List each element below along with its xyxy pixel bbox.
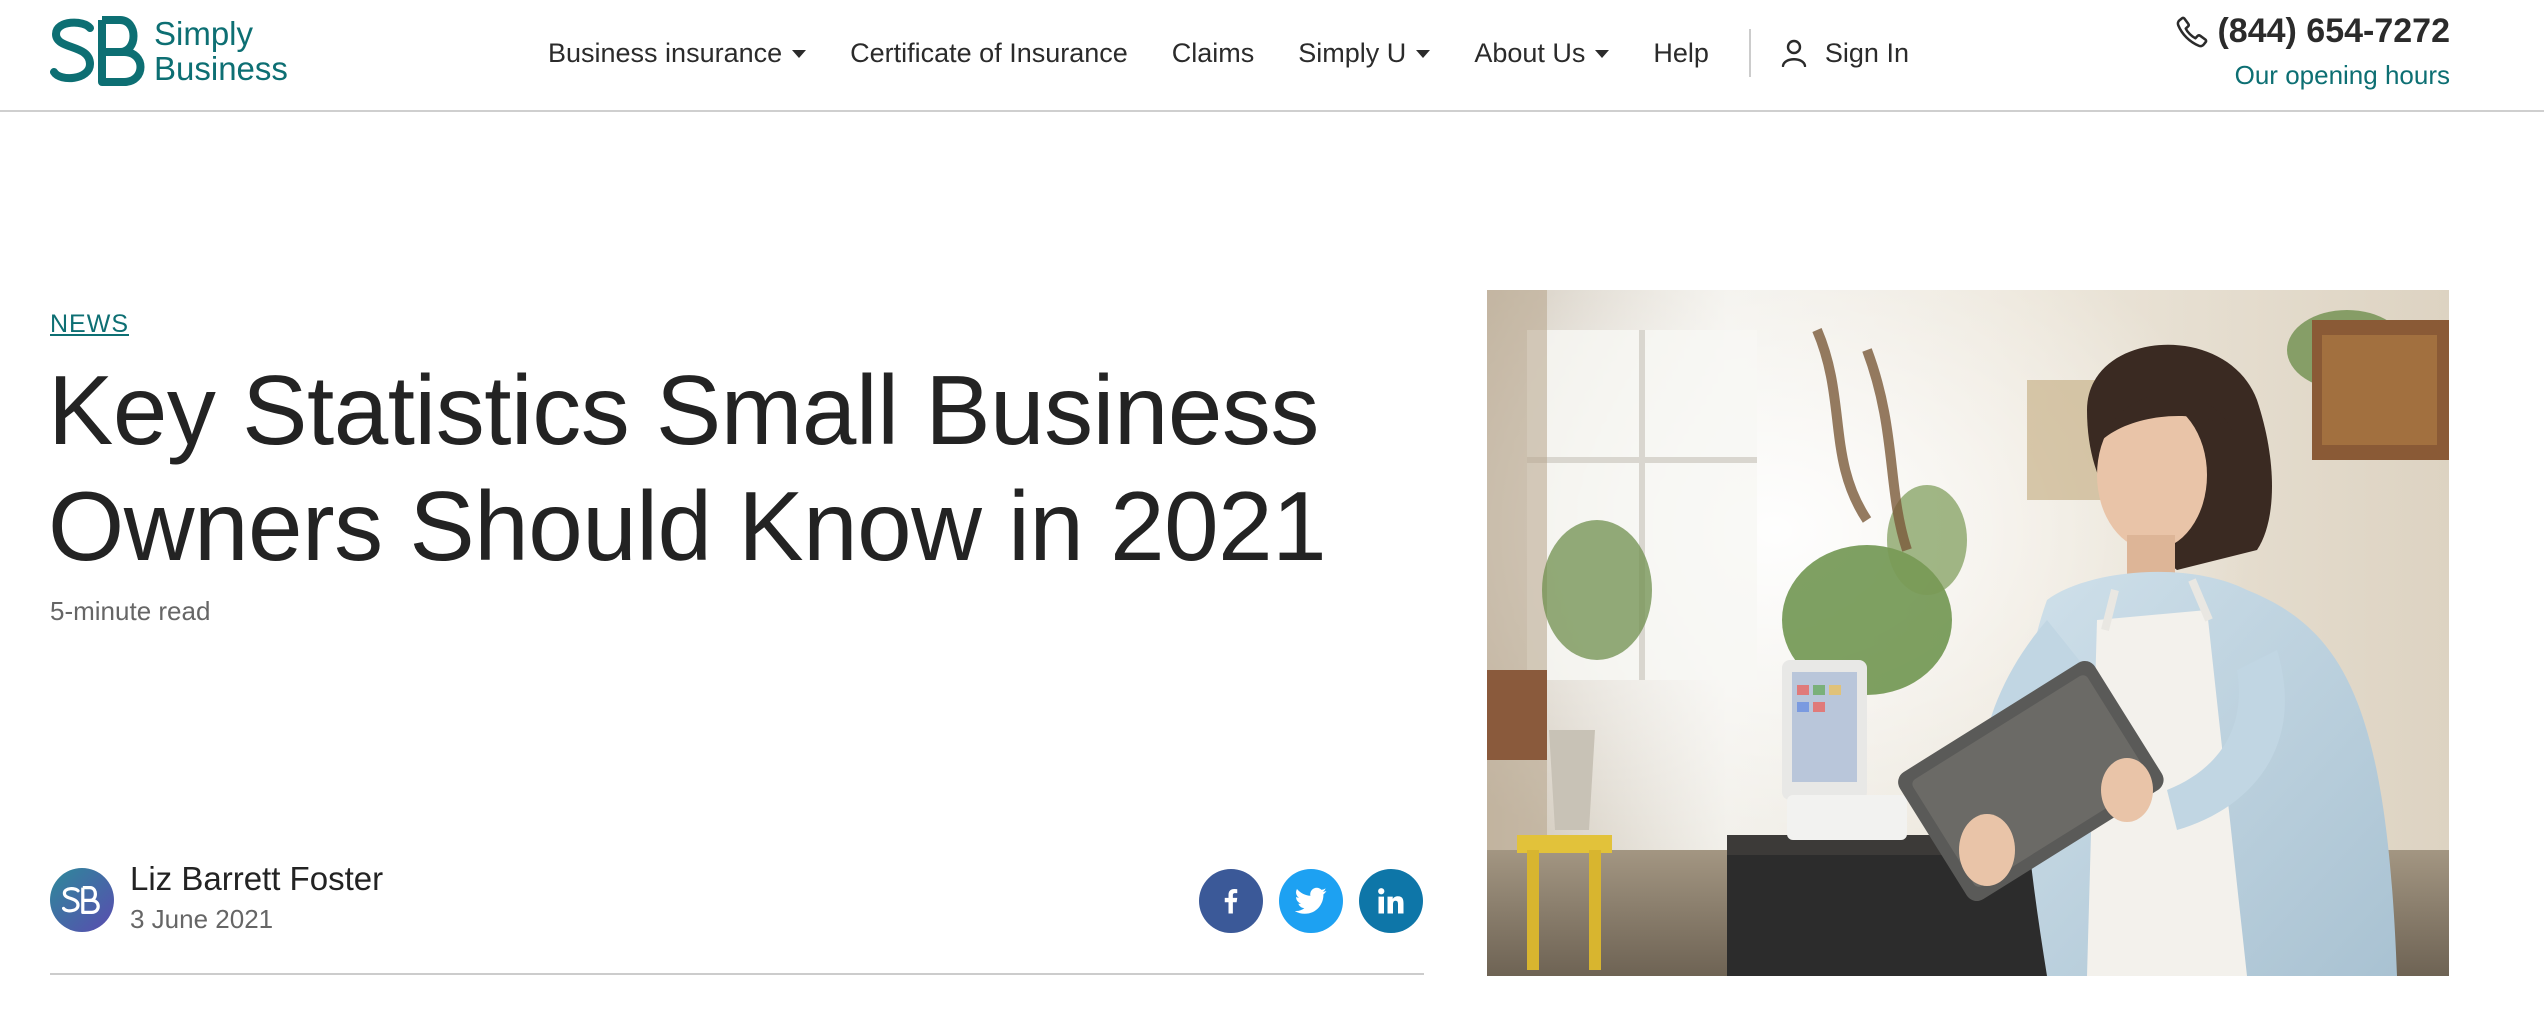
logo-wordmark: Simply Business (154, 16, 288, 86)
caret-down-icon (1595, 50, 1610, 58)
phone-number[interactable]: (844) 654-7272 (2175, 12, 2450, 51)
article-title: Key Statistics Small Business Owners Sho… (48, 355, 1327, 581)
hero-divider (50, 973, 1424, 975)
simply-business-logo-icon (62, 886, 100, 915)
nav-claims[interactable]: Claims (1172, 38, 1255, 69)
nav-label: Business insurance (548, 37, 783, 68)
opening-hours-link[interactable]: Our opening hours (2235, 60, 2450, 91)
author-avatar (50, 868, 114, 932)
publish-date: 3 June 2021 (130, 904, 274, 934)
share-buttons (1199, 869, 1423, 933)
caret-down-icon (1416, 50, 1431, 58)
caret-down-icon (792, 50, 807, 58)
nav-label: About Us (1474, 37, 1586, 68)
share-facebook-button[interactable] (1199, 869, 1263, 933)
site-header: Simply Business Business insurance Certi… (0, 0, 2544, 112)
nav-certificate-of-insurance[interactable]: Certificate of Insurance (850, 38, 1128, 69)
nav-help[interactable]: Help (1653, 38, 1709, 69)
author-name[interactable]: Liz Barrett Foster (130, 860, 383, 898)
share-twitter-button[interactable] (1279, 869, 1343, 933)
nav-divider (1748, 29, 1751, 77)
logo-line-2: Business (154, 50, 288, 87)
sign-in-link[interactable]: Sign In (1781, 38, 1909, 69)
nav-label: Help (1653, 37, 1709, 68)
share-linkedin-button[interactable] (1359, 869, 1423, 933)
woman-with-tablet-photo (1487, 290, 2449, 976)
logo-link[interactable]: Simply Business (50, 14, 288, 88)
nav-about-us[interactable]: About Us (1474, 37, 1610, 69)
main-nav: Business insurance Certificate of Insura… (548, 26, 1909, 80)
phone-label: (844) 654-7272 (2217, 12, 2450, 50)
nav-simply-u[interactable]: Simply U (1298, 37, 1431, 69)
nav-label: Simply U (1298, 37, 1407, 68)
simply-business-logo-icon (50, 16, 145, 86)
category-link[interactable]: NEWS (50, 310, 129, 339)
logo-line-1: Simply (154, 15, 254, 52)
hero-image (1487, 290, 2449, 976)
nav-label: Certificate of Insurance (850, 37, 1128, 68)
nav-label: Claims (1171, 37, 1255, 68)
user-icon (1781, 39, 1807, 67)
read-time: 5-minute read (50, 596, 211, 626)
nav-business-insurance[interactable]: Business insurance (548, 37, 807, 69)
linkedin-icon (1378, 888, 1404, 914)
phone-icon (2177, 16, 2208, 47)
twitter-icon (1295, 887, 1327, 914)
facebook-icon (1224, 889, 1238, 914)
sign-in-label: Sign In (1824, 37, 1909, 68)
